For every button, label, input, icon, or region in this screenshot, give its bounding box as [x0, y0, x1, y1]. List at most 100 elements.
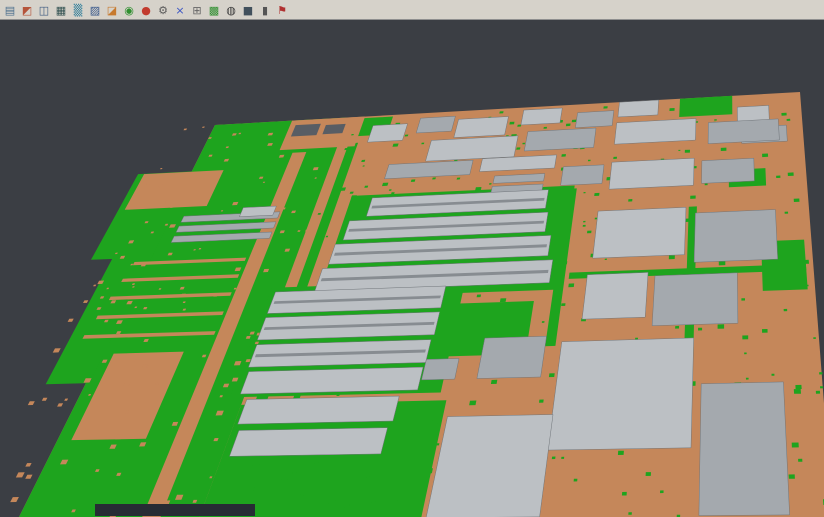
speckle	[542, 321, 545, 323]
speckle	[57, 403, 63, 406]
speckle	[746, 378, 749, 380]
speckle	[744, 353, 747, 355]
speckle	[816, 391, 820, 394]
speckle	[469, 401, 476, 406]
speckle	[714, 97, 718, 99]
speckle	[562, 261, 567, 264]
building-footprint	[618, 100, 659, 117]
grid-green-icon[interactable]: ▩	[206, 2, 222, 18]
point-cloud-icon[interactable]: ▒	[70, 2, 86, 18]
speckle	[603, 106, 607, 108]
speckle	[785, 212, 789, 214]
speckle	[516, 147, 520, 149]
speckle	[799, 275, 805, 279]
speckle	[366, 476, 370, 478]
speckle	[475, 259, 481, 262]
speckle	[574, 479, 578, 482]
building-footprint	[367, 124, 407, 143]
speckle	[566, 124, 571, 127]
new-project-icon[interactable]: ▤	[2, 2, 18, 18]
speckle	[696, 100, 701, 103]
building-footprint	[561, 165, 604, 186]
speckle	[10, 497, 19, 502]
speckle	[772, 374, 775, 376]
dark-view-icon[interactable]: ■	[240, 2, 256, 18]
speckle	[436, 443, 439, 445]
speckle	[491, 380, 497, 384]
open-file-icon[interactable]: ◩	[19, 2, 35, 18]
building-footprint	[422, 359, 460, 380]
viewport-3d-scene[interactable]	[0, 0, 824, 517]
building-footprint	[521, 108, 562, 125]
speckle	[718, 106, 721, 108]
building-footprint	[699, 382, 790, 516]
building-footprint	[614, 119, 696, 145]
speckle	[675, 326, 679, 329]
layers-icon[interactable]: ▦	[53, 2, 69, 18]
speckle	[587, 231, 592, 234]
delete-icon[interactable]: ×	[172, 2, 188, 18]
stripes-layer-icon[interactable]: ▨	[87, 2, 103, 18]
speckle	[382, 183, 388, 187]
speckle	[628, 512, 632, 515]
speckle	[184, 129, 188, 131]
building-footprint	[694, 210, 778, 263]
building-footprint	[416, 116, 455, 133]
speckle	[718, 324, 725, 329]
speckle	[413, 366, 416, 368]
window-icon[interactable]: ⊞	[189, 2, 205, 18]
speckle	[583, 225, 586, 227]
speckle	[83, 300, 88, 303]
globe-icon[interactable]: ◍	[223, 2, 239, 18]
building-footprint	[524, 128, 596, 151]
speckle	[583, 192, 585, 193]
speckle	[64, 399, 68, 401]
speckle	[784, 309, 788, 311]
speckle	[397, 498, 402, 501]
stop-icon[interactable]: ●	[138, 2, 154, 18]
save-icon[interactable]: ◫	[36, 2, 52, 18]
speckle	[678, 150, 680, 151]
speckle	[475, 187, 481, 191]
speckle	[552, 457, 556, 460]
speckle	[628, 199, 632, 202]
speckle	[499, 111, 503, 113]
speckle	[412, 433, 420, 438]
speckle	[813, 337, 816, 339]
speckle	[806, 285, 809, 287]
speckle	[25, 475, 32, 479]
classify-icon[interactable]: ◉	[121, 2, 137, 18]
building-footprint	[239, 206, 276, 217]
histogram-icon[interactable]: ▮	[257, 2, 273, 18]
flag-icon[interactable]: ⚑	[274, 2, 290, 18]
speckle	[561, 154, 566, 157]
vegetation-patch	[679, 96, 732, 117]
speckle	[548, 213, 552, 215]
speckle	[411, 179, 416, 182]
speckle	[794, 389, 801, 394]
speckle	[792, 264, 795, 266]
app-window: ▤◩◫▦▒▨◪◉●⚙×⊞▩◍■▮⚑	[0, 0, 824, 517]
settings-icon[interactable]: ⚙	[155, 2, 171, 18]
speckle	[798, 459, 802, 462]
speckle	[572, 120, 577, 123]
speckle	[776, 176, 780, 179]
speckle	[477, 295, 482, 298]
speckle	[789, 474, 795, 478]
speckle	[522, 143, 525, 145]
speckle	[819, 372, 822, 374]
speckle	[787, 119, 791, 121]
viewport-canvas[interactable]	[0, 0, 824, 517]
speckle	[762, 154, 768, 158]
building-footprint	[582, 272, 648, 319]
speckle	[500, 298, 506, 302]
building-footprint	[426, 415, 553, 517]
speckle	[820, 386, 823, 388]
speckle	[432, 420, 439, 424]
speckle	[421, 143, 424, 145]
speckle	[561, 457, 564, 459]
speckle	[669, 255, 675, 259]
speckle	[550, 278, 556, 282]
terrain-icon[interactable]: ◪	[104, 2, 120, 18]
speckle	[721, 148, 727, 151]
